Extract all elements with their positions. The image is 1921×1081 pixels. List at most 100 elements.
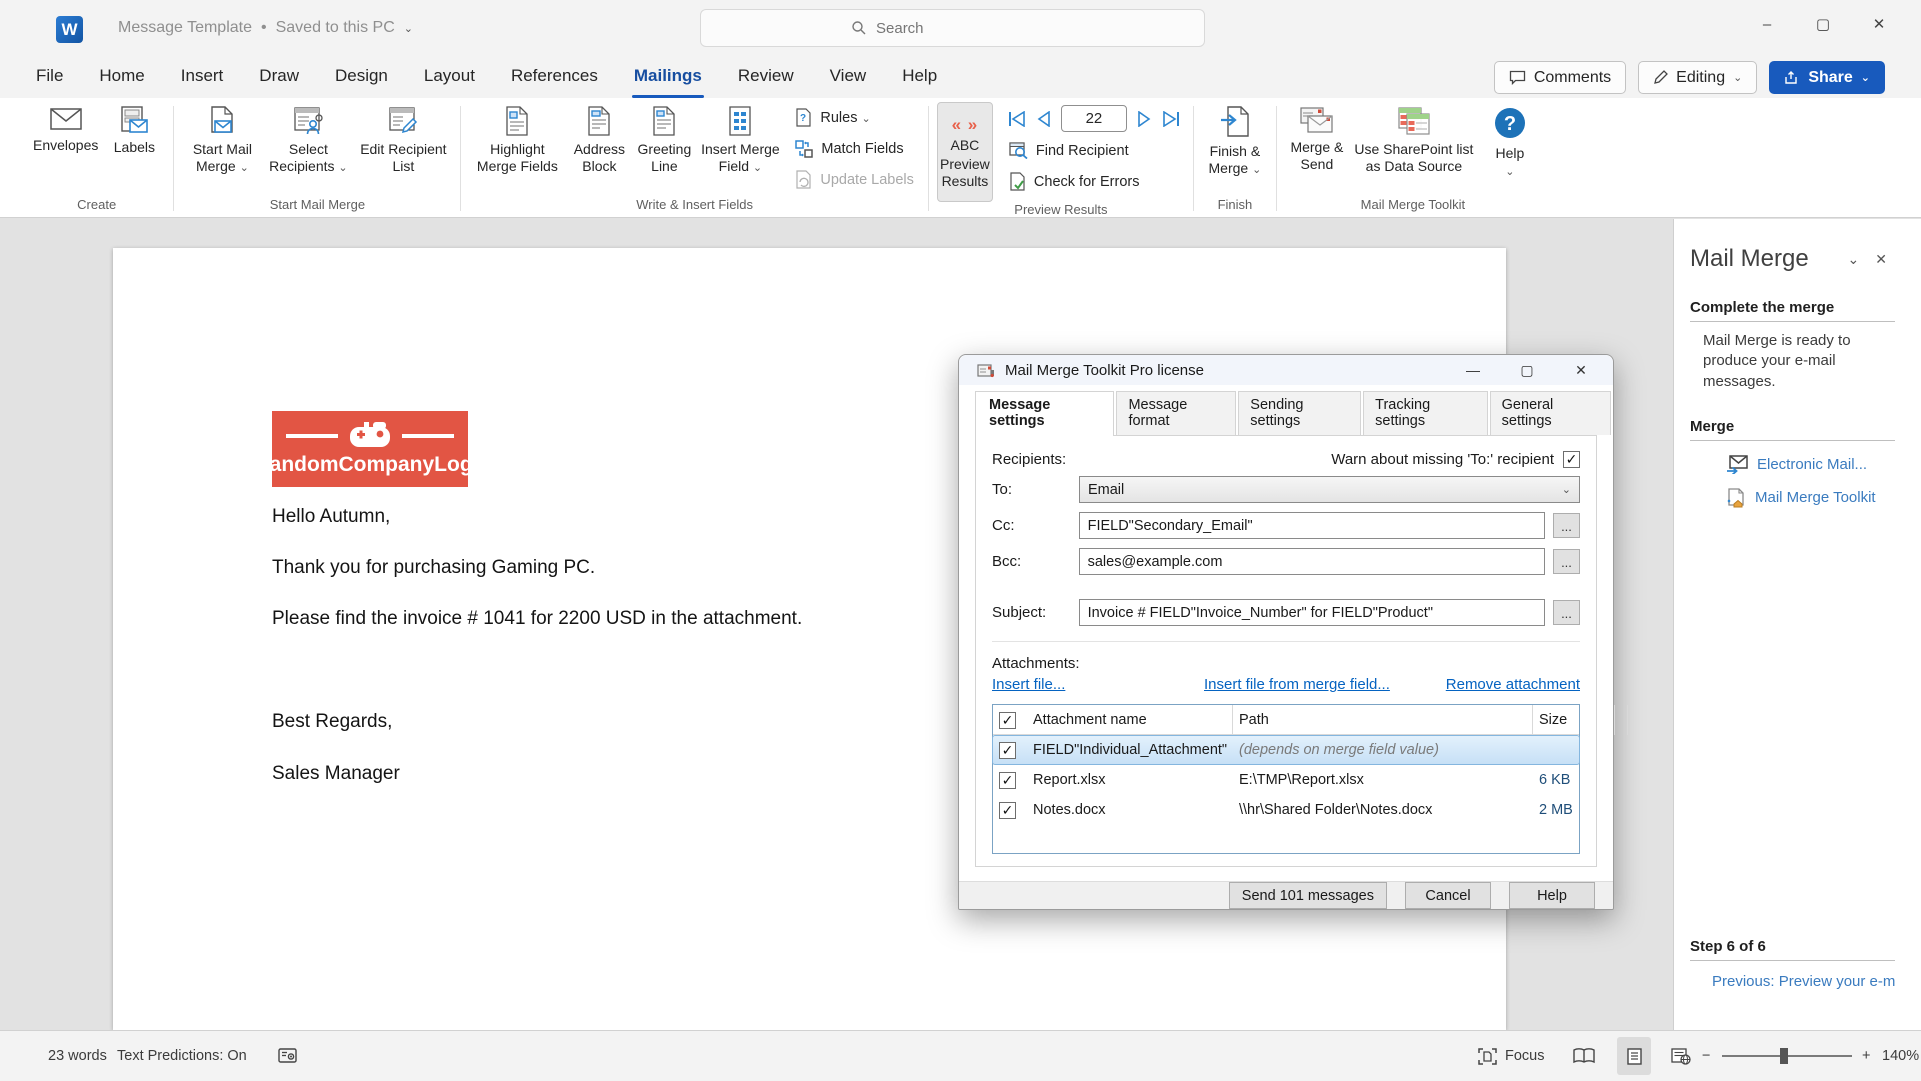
remove-attachment-link[interactable]: Remove attachment <box>1446 676 1580 693</box>
find-recipient-button[interactable]: Find Recipient <box>1003 135 1185 166</box>
next-record-icon[interactable] <box>1136 111 1152 127</box>
text-predictions[interactable]: Text Predictions: On <box>117 1031 247 1081</box>
paragraph[interactable]: Best Regards, <box>272 711 392 733</box>
minimize-icon[interactable]: – <box>1739 0 1795 48</box>
tab-mailings[interactable]: Mailings <box>620 58 716 98</box>
tab-draw[interactable]: Draw <box>245 58 313 98</box>
dialog-close-icon[interactable]: ✕ <box>1559 355 1603 385</box>
last-record-icon[interactable] <box>1161 111 1181 127</box>
subject-browse-button[interactable]: ... <box>1553 600 1580 625</box>
maximize-icon[interactable]: ▢ <box>1795 0 1851 48</box>
previous-step-link[interactable]: Previous: Preview your e-mail m <box>1702 973 1895 990</box>
help-button[interactable]: Help <box>1509 882 1595 909</box>
zoom-level[interactable]: 140% <box>1882 1031 1919 1081</box>
merge-and-send-button[interactable]: Merge & Send <box>1285 102 1349 177</box>
zoom-out-button[interactable]: − <box>1702 1031 1710 1081</box>
to-dropdown[interactable]: Email ⌄ <box>1079 476 1580 503</box>
chevron-down-icon[interactable]: ⌄ <box>404 22 413 35</box>
accessibility-icon[interactable] <box>278 1031 297 1081</box>
tab-view[interactable]: View <box>816 58 881 98</box>
zoom-in-button[interactable]: + <box>1862 1031 1870 1081</box>
rules-button[interactable]: ? Rules ⌄ <box>789 102 920 133</box>
zoom-slider-thumb[interactable] <box>1780 1048 1788 1064</box>
update-labels-button[interactable]: Update Labels <box>789 164 920 195</box>
tab-message-format[interactable]: Message format <box>1116 391 1236 435</box>
share-button[interactable]: Share ⌄ <box>1769 61 1885 94</box>
envelopes-button[interactable]: Envelopes <box>28 102 103 158</box>
dialog-title-bar[interactable]: Mail Merge Toolkit Pro license — ▢ ✕ <box>959 355 1613 385</box>
select-all-checkbox[interactable]: ✓ <box>999 712 1016 729</box>
tab-home[interactable]: Home <box>85 58 158 98</box>
pane-chevron-down-icon[interactable]: ⌄ <box>1840 251 1868 268</box>
tab-message-settings[interactable]: Message settings <box>975 391 1114 436</box>
mail-merge-toolkit-link[interactable]: Mail Merge Toolkit <box>1726 488 1895 508</box>
row-checkbox[interactable]: ✓ <box>999 772 1016 789</box>
tab-references[interactable]: References <box>497 58 612 98</box>
bcc-browse-button[interactable]: ... <box>1553 549 1580 574</box>
highlight-merge-fields-button[interactable]: Highlight Merge Fields <box>469 102 565 179</box>
tab-design[interactable]: Design <box>321 58 402 98</box>
zoom-slider[interactable] <box>1722 1031 1852 1081</box>
start-mail-merge-button[interactable]: Start Mail Merge ⌄ <box>182 102 262 179</box>
record-number-input[interactable] <box>1061 105 1127 132</box>
paragraph[interactable]: Please find the invoice # 1041 for 2200 … <box>272 608 802 630</box>
col-attachment-name[interactable]: Attachment name <box>1027 705 1233 735</box>
attachment-row[interactable]: ✓ Notes.docx \\hr\Shared Folder\Notes.do… <box>993 795 1579 825</box>
word-count[interactable]: 23 words <box>48 1031 107 1081</box>
col-size[interactable]: Size <box>1533 705 1615 735</box>
word-logo-icon[interactable]: W <box>56 16 83 43</box>
paragraph[interactable]: Thank you for purchasing Gaming PC. <box>272 557 595 579</box>
tab-file[interactable]: File <box>22 58 77 98</box>
finish-merge-button[interactable]: Finish & Merge ⌄ <box>1202 102 1268 181</box>
tab-review[interactable]: Review <box>724 58 808 98</box>
read-mode-button[interactable] <box>1567 1037 1601 1075</box>
match-fields-button[interactable]: Match Fields <box>789 133 920 164</box>
comments-button[interactable]: Comments <box>1494 61 1626 94</box>
search-box[interactable] <box>700 9 1205 47</box>
paragraph[interactable]: Hello Autumn, <box>272 506 390 528</box>
subject-input[interactable]: Invoice # FIELD"Invoice_Number" for FIEL… <box>1079 599 1545 626</box>
tab-layout[interactable]: Layout <box>410 58 489 98</box>
tab-sending-settings[interactable]: Sending settings <box>1238 391 1361 435</box>
dialog-minimize-icon[interactable]: — <box>1451 355 1495 385</box>
insert-from-merge-field-link[interactable]: Insert file from merge field... <box>1204 676 1390 693</box>
attachment-row[interactable]: ✓ Report.xlsx E:\TMP\Report.xlsx 6 KB <box>993 765 1579 795</box>
toolkit-help-button[interactable]: ? Help⌄ <box>1479 102 1541 183</box>
row-checkbox[interactable]: ✓ <box>999 742 1016 759</box>
search-input[interactable] <box>876 20 1176 37</box>
dialog-maximize-icon[interactable]: ▢ <box>1505 355 1549 385</box>
focus-toggle[interactable]: Focus <box>1478 1031 1545 1081</box>
electronic-mail-link[interactable]: Electronic Mail... <box>1726 455 1895 474</box>
check-for-errors-button[interactable]: Check for Errors <box>1003 166 1185 197</box>
row-checkbox[interactable]: ✓ <box>999 802 1016 819</box>
greeting-line-button[interactable]: Greeting Line <box>633 102 695 179</box>
cc-browse-button[interactable]: ... <box>1553 513 1580 538</box>
address-block-button[interactable]: Address Block <box>565 102 633 179</box>
sharepoint-datasource-button[interactable]: Use SharePoint list as Data Source <box>1349 102 1479 179</box>
bcc-input[interactable]: sales@example.com <box>1079 548 1545 575</box>
warn-checkbox[interactable]: ✓ <box>1563 451 1580 468</box>
cc-input[interactable]: FIELD"Secondary_Email" <box>1079 512 1545 539</box>
preview-results-toggle[interactable]: « » ABC Preview Results <box>937 102 993 202</box>
web-layout-button[interactable] <box>1664 1037 1698 1075</box>
tab-general-settings[interactable]: General settings <box>1490 391 1611 435</box>
paragraph[interactable]: Sales Manager <box>272 763 400 785</box>
insert-merge-field-button[interactable]: Insert Merge Field ⌄ <box>695 102 785 179</box>
tab-help[interactable]: Help <box>888 58 951 98</box>
first-record-icon[interactable] <box>1007 111 1027 127</box>
close-icon[interactable]: ✕ <box>1851 0 1907 48</box>
document-title-area[interactable]: Message Template • Saved to this PC ⌄ <box>118 19 413 37</box>
print-layout-button[interactable] <box>1617 1037 1651 1075</box>
labels-button[interactable]: Labels <box>103 102 165 160</box>
edit-recipient-list-button[interactable]: Edit Recipient List <box>354 102 452 179</box>
cancel-button[interactable]: Cancel <box>1405 882 1491 909</box>
select-recipients-button[interactable]: Select Recipients ⌄ <box>262 102 354 179</box>
send-messages-button[interactable]: Send 101 messages <box>1229 882 1387 909</box>
editing-button[interactable]: Editing ⌄ <box>1638 61 1757 94</box>
tab-insert[interactable]: Insert <box>167 58 238 98</box>
col-path[interactable]: Path <box>1233 705 1533 735</box>
pane-close-icon[interactable]: ✕ <box>1867 251 1895 268</box>
attachment-row-selected[interactable]: ✓ FIELD"Individual_Attachment" (depends … <box>992 735 1580 765</box>
tab-tracking-settings[interactable]: Tracking settings <box>1363 391 1488 435</box>
insert-file-link[interactable]: Insert file... <box>992 676 1065 693</box>
